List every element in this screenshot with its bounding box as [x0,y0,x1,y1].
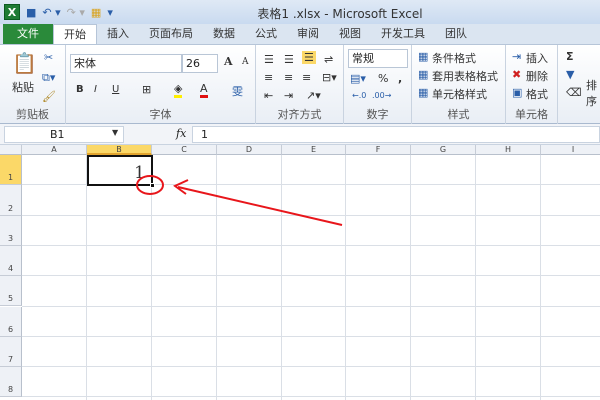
annotation-arrow-line [177,186,343,226]
annotation-circle [136,175,164,195]
annotation-overlay [136,175,343,226]
